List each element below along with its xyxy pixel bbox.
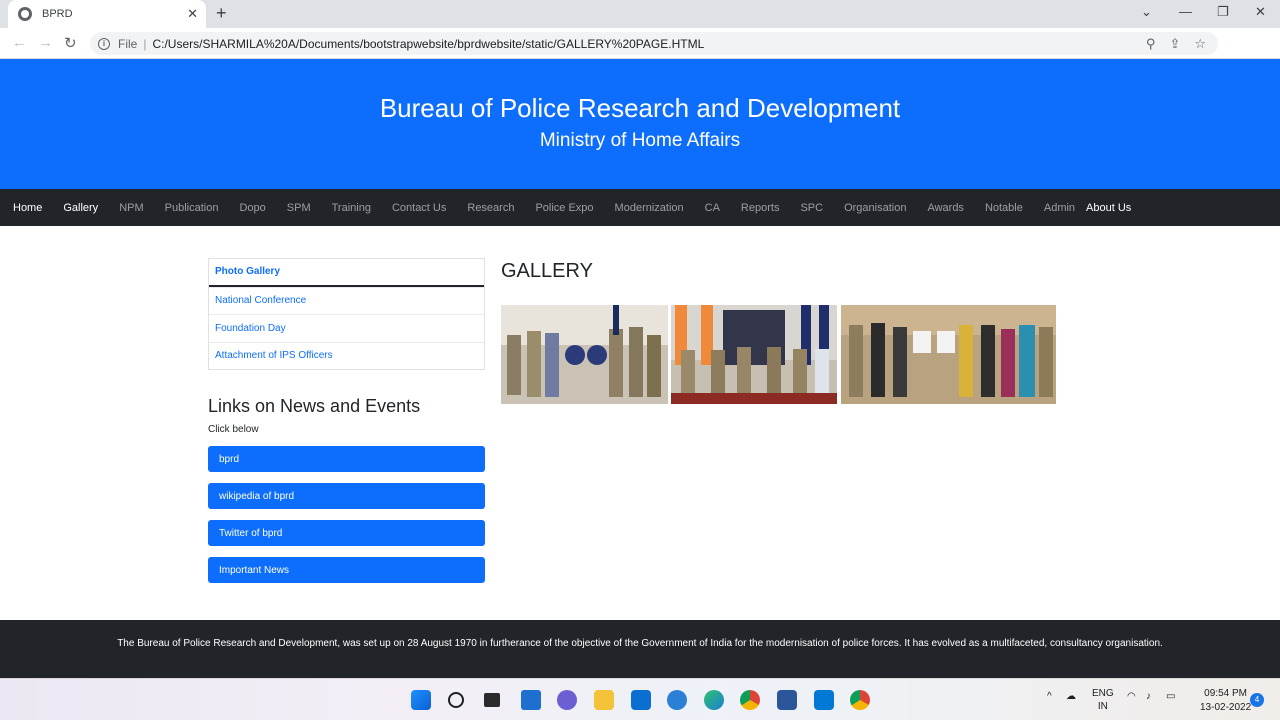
date-text: 13-02-2022 [1200,702,1252,713]
nav-organisation[interactable]: Organisation [844,202,906,214]
nav-gallery[interactable]: Gallery [63,202,98,214]
start-icon[interactable] [411,690,431,710]
wikipedia-button[interactable]: wikipedia of bprd [208,483,485,509]
close-tab-icon[interactable]: ✕ [187,6,198,22]
nav-research[interactable]: Research [467,202,514,214]
region-text: IN [1097,701,1108,712]
links-title: Links on News and Events [208,396,421,416]
mail-icon[interactable] [631,690,651,710]
browser-tabstrip: BPRD ✕ + ⌄ — ❐ ✕ [0,0,1280,28]
page-title: GALLERY [501,260,593,282]
task-view-icon[interactable] [484,693,500,707]
twitter-button[interactable]: Twitter of bprd [208,520,485,546]
url-text[interactable]: C:/Users/SHARMILA%20A/Documents/bootstra… [152,37,704,51]
url-separator: | [143,36,147,51]
close-window-icon[interactable]: ✕ [1255,4,1266,20]
site-footer: The Bureau of Police Research and Develo… [0,620,1280,678]
store-icon[interactable] [667,690,687,710]
onedrive-icon[interactable]: ☁ [1066,691,1076,702]
nav-training[interactable]: Training [332,202,371,214]
info-icon[interactable]: i [98,37,110,50]
site-header: Bureau of Police Research and Developmen… [0,59,1280,189]
chrome-icon[interactable] [740,690,760,710]
language-indicator[interactable]: ENG IN [1092,687,1114,713]
bookmark-star-icon[interactable]: ☆ [1194,36,1206,52]
site-subtitle: Ministry of Home Affairs [539,130,741,151]
forward-icon[interactable]: → [38,34,53,51]
share-icon[interactable]: ⇪ [1169,36,1180,52]
nav-admin[interactable]: Admin [1044,202,1075,214]
new-tab-button[interactable]: + [216,3,227,24]
url-scheme: File [118,36,138,51]
nav-spc[interactable]: SPC [800,202,823,214]
list-item-foundation-day[interactable]: Foundation Day [209,314,484,342]
maximize-icon[interactable]: ❐ [1217,4,1229,20]
address-bar-row: ← → ↻ i File | C:/Users/SHARMILA%20A/Doc… [0,28,1280,80]
nav-dopo[interactable]: Dopo [239,202,265,214]
nav-npm[interactable]: NPM [119,202,143,214]
gallery-photo[interactable] [501,305,668,404]
bprd-button[interactable]: bprd [208,446,485,472]
list-item-national-conference[interactable]: National Conference [209,286,484,315]
widgets-icon[interactable] [521,690,541,710]
reload-icon[interactable]: ↻ [64,34,77,52]
clock[interactable]: 09:54 PM 13-02-2022 [1200,687,1251,715]
vscode-icon[interactable] [814,690,834,710]
edge-icon[interactable] [704,690,724,710]
gallery-photo[interactable] [841,305,1056,404]
nav-reports[interactable]: Reports [741,202,780,214]
battery-icon[interactable]: ▭ [1166,691,1175,702]
nav-home[interactable]: Home [13,202,42,214]
zoom-icon[interactable]: ⚲ [1146,36,1156,52]
wifi-icon[interactable]: ◠ [1127,691,1136,702]
browser-tab[interactable]: BPRD ✕ [8,0,206,28]
nav-notable[interactable]: Notable [985,202,1023,214]
list-item-photo-gallery[interactable]: Photo Gallery [209,259,484,287]
teams-chat-icon[interactable] [557,690,577,710]
time-text: 09:54 PM [1204,688,1247,699]
address-bar[interactable]: i File | C:/Users/SHARMILA%20A/Documents… [90,32,1218,55]
links-subtitle: Click below [208,424,259,435]
windows-taskbar: ^ ☁ ENG IN ◠ ♪ ▭ 09:54 PM 13-02-2022 4 [0,678,1280,720]
nav-contact-us[interactable]: Contact Us [392,202,446,214]
nav-ca[interactable]: CA [705,202,720,214]
word-icon[interactable] [777,690,797,710]
nav-about-us[interactable]: About Us [1086,202,1131,214]
search-icon[interactable] [448,692,464,708]
nav-police-expo[interactable]: Police Expo [535,202,593,214]
sidebar: Photo Gallery National Conference Founda… [208,258,485,583]
tab-search-icon[interactable]: ⌄ [1141,4,1152,20]
gallery-photo[interactable] [671,305,837,404]
list-item-ips-attachment[interactable]: Attachment of IPS Officers [209,341,484,370]
important-news-button[interactable]: Important News [208,557,485,583]
nav-awards[interactable]: Awards [927,202,963,214]
site-title: Bureau of Police Research and Developmen… [379,93,901,123]
volume-icon[interactable]: ♪ [1146,691,1151,702]
main-navbar: Home Gallery NPM Publication Dopo SPM Tr… [0,189,1280,226]
chrome-active-icon[interactable] [850,690,870,710]
footer-text: The Bureau of Police Research and Develo… [117,638,1163,649]
nav-publication[interactable]: Publication [165,202,219,214]
lang-text: ENG [1092,688,1114,699]
nav-modernization[interactable]: Modernization [615,202,684,214]
show-hidden-icons[interactable]: ^ [1047,691,1052,702]
back-icon[interactable]: ← [12,34,27,51]
minimize-icon[interactable]: — [1179,4,1192,19]
gallery-list: Photo Gallery National Conference Founda… [208,258,485,370]
nav-spm[interactable]: SPM [287,202,311,214]
tab-title: BPRD [42,8,73,20]
file-explorer-icon[interactable] [594,690,614,710]
globe-icon [18,7,32,21]
notification-badge[interactable]: 4 [1250,693,1264,707]
